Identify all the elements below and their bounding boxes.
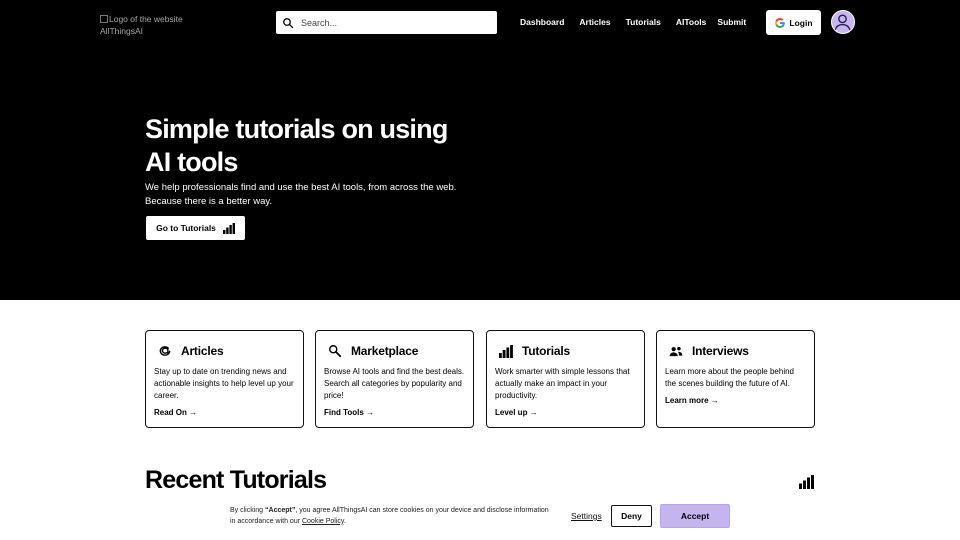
- card-title: Tutorials: [522, 344, 570, 358]
- main-nav: Dashboard Articles Tutorials AITools Sub…: [520, 17, 761, 27]
- cookie-accept-button[interactable]: Accept: [660, 504, 730, 528]
- nav-dashboard[interactable]: Dashboard: [520, 17, 564, 27]
- bar-chart-icon: [499, 344, 513, 358]
- cookie-text: By clicking “Accept”, you agree AllThing…: [230, 507, 549, 525]
- nav-submit[interactable]: Submit: [717, 17, 746, 27]
- learn-more-link[interactable]: Learn more →: [665, 396, 719, 405]
- card-title: Marketplace: [351, 344, 419, 358]
- level-up-link[interactable]: Level up →: [495, 408, 538, 417]
- search-bar[interactable]: [276, 11, 497, 34]
- nav-articles[interactable]: Articles: [579, 17, 610, 27]
- nav-aitools[interactable]: AITools: [676, 17, 707, 27]
- card-marketplace[interactable]: Marketplace Browse AI tools and find the…: [315, 330, 474, 428]
- broken-image-icon: [100, 15, 108, 23]
- card-header: Tutorials: [499, 343, 636, 359]
- cookie-policy-link[interactable]: Cookie Policy: [302, 518, 344, 525]
- cookie-banner: By clicking “Accept”, you agree AllThing…: [0, 491, 960, 540]
- card-tutorials[interactable]: Tutorials Work smarter with simple lesso…: [486, 330, 645, 428]
- card-header: Articles: [158, 343, 295, 359]
- search-input[interactable]: [301, 17, 491, 28]
- hero-title: Simple tutorials on using AI tools: [145, 114, 448, 177]
- site-logo[interactable]: Logo of the website AllThingsAI: [100, 13, 200, 37]
- card-header: Interviews: [669, 343, 806, 359]
- bar-chart-icon: [222, 222, 235, 234]
- magnifier-icon: [328, 344, 342, 358]
- card-articles[interactable]: Articles Stay up to date on trending new…: [145, 330, 304, 428]
- go-to-tutorials-button[interactable]: Go to Tutorials: [146, 216, 245, 240]
- card-interviews[interactable]: Interviews Learn more about the people b…: [656, 330, 815, 428]
- card-description: Browse AI tools and find the best deals.…: [324, 367, 465, 400]
- google-icon: [775, 17, 786, 28]
- search-icon: [283, 17, 294, 28]
- card-title: Interviews: [692, 344, 749, 358]
- hero-subtitle: We help professionals find and use the b…: [145, 182, 457, 207]
- find-tools-link[interactable]: Find Tools →: [324, 408, 374, 417]
- read-on-link[interactable]: Read On →: [154, 408, 197, 417]
- cta-label: Go to Tutorials: [156, 223, 216, 233]
- user-avatar[interactable]: [831, 10, 855, 34]
- user-icon: [834, 14, 851, 31]
- card-title: Articles: [181, 344, 224, 358]
- login-label: Login: [789, 17, 813, 28]
- login-button[interactable]: Login: [766, 10, 821, 35]
- card-description: Learn more about the people behind the s…: [665, 367, 794, 388]
- card-header: Marketplace: [328, 343, 465, 359]
- hero-section: Logo of the website AllThingsAI Dashboar…: [0, 0, 960, 300]
- cookie-settings-button[interactable]: Settings: [571, 511, 602, 521]
- card-description: Work smarter with simple lessons that ac…: [495, 367, 630, 400]
- nav-tutorials[interactable]: Tutorials: [626, 17, 661, 27]
- logo-alt-text: Logo of the website AllThingsAI: [100, 14, 183, 36]
- cookie-deny-button[interactable]: Deny: [611, 505, 652, 527]
- bar-chart-icon: [799, 475, 814, 489]
- card-description: Stay up to date on trending news and act…: [154, 367, 294, 400]
- paperclip-icon: [158, 344, 172, 358]
- people-icon: [669, 344, 683, 358]
